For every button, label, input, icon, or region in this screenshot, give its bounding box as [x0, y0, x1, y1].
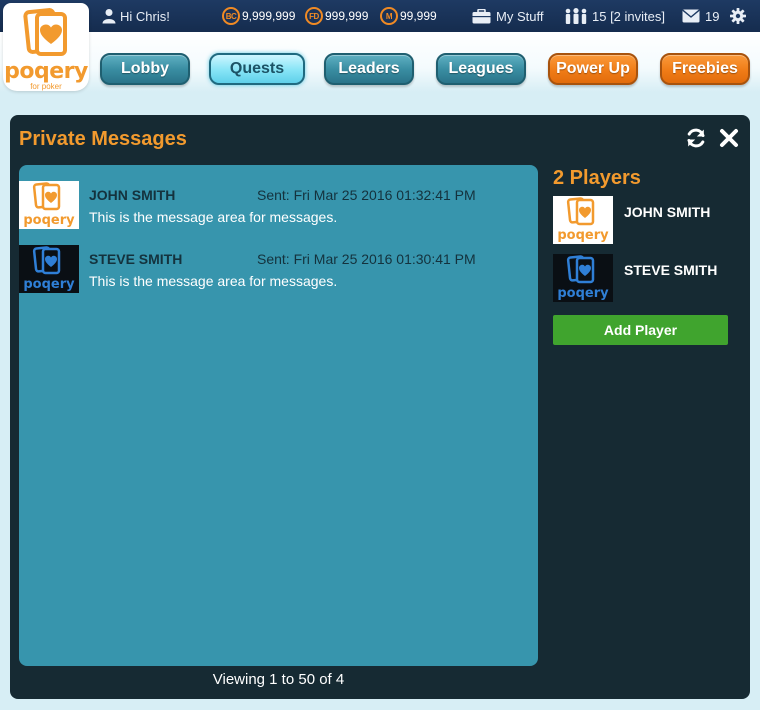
svg-text:poqery: poqery — [557, 228, 609, 243]
poqery-avatar-icon: poqery — [557, 197, 609, 243]
nav-quests-button[interactable]: Quests — [209, 53, 305, 85]
sender-name: STEVE SMITH — [89, 251, 183, 267]
cards-heart-logo-icon — [23, 8, 67, 56]
m-coin-icon: M — [380, 7, 398, 25]
avatar: poqery — [19, 245, 79, 293]
avatar: poqery — [553, 254, 613, 302]
poqery-logo[interactable]: poqery for poker — [3, 3, 89, 91]
fd-value: 999,999 — [325, 9, 369, 23]
nav-leaders-button[interactable]: Leaders — [324, 53, 414, 85]
message-item[interactable]: poqery JOHN SMITH Sent: Fri Mar 25 2016 … — [19, 181, 538, 229]
message-item[interactable]: poqery STEVE SMITH Sent: Fri Mar 25 2016… — [19, 245, 538, 293]
player-name: STEVE SMITH — [624, 262, 718, 278]
nav-freebies-button[interactable]: Freebies — [660, 53, 750, 85]
refresh-icon — [687, 128, 705, 148]
envelope-icon — [682, 9, 700, 23]
player-item[interactable]: poqery STEVE SMITH — [553, 254, 733, 302]
poqery-avatar-dark-icon: poqery — [23, 246, 75, 292]
mail-link[interactable]: 19 — [682, 0, 719, 32]
currency-m: M 99,999 — [380, 0, 437, 32]
avatar: poqery — [553, 196, 613, 244]
logo-word: poqery — [4, 59, 88, 84]
close-icon — [720, 129, 738, 147]
poqery-avatar-icon: poqery — [23, 182, 75, 228]
logo-tagline: for poker — [30, 82, 62, 91]
briefcase-icon — [472, 8, 491, 23]
bc-value: 9,999,999 — [242, 9, 296, 23]
my-stuff-label: My Stuff — [496, 8, 544, 24]
sender-name: JOHN SMITH — [89, 187, 176, 203]
user-icon — [102, 9, 116, 24]
add-player-button[interactable]: Add Player — [553, 315, 728, 345]
nav-leagues-button[interactable]: Leagues — [436, 53, 526, 85]
nav-power-up-button[interactable]: Power Up — [548, 53, 638, 85]
panel-title: Private Messages — [19, 128, 187, 150]
message-text: This is the message area for messages. — [89, 273, 338, 289]
player-item[interactable]: poqery JOHN SMITH — [553, 196, 733, 244]
refresh-button[interactable] — [685, 127, 707, 149]
currency-bc: BC 9,999,999 — [222, 0, 295, 32]
pagination-status: Viewing 1 to 50 of 4 — [212, 671, 345, 688]
my-stuff-link[interactable]: My Stuff — [472, 0, 543, 32]
avatar: poqery — [19, 181, 79, 229]
mail-count: 19 — [705, 8, 720, 24]
players-count-title: 2 Players — [553, 167, 641, 189]
player-name: JOHN SMITH — [624, 204, 711, 220]
message-text: This is the message area for messages. — [89, 209, 338, 225]
message-list[interactable]: poqery JOHN SMITH Sent: Fri Mar 25 2016 … — [19, 165, 538, 666]
currency-fd: FD 999,999 — [305, 0, 368, 32]
greeting[interactable]: Hi Chris! — [102, 0, 170, 32]
bc-coin-icon: BC — [222, 7, 240, 25]
fd-coin-icon: FD — [305, 7, 323, 25]
top-status-bar: Hi Chris! BC 9,999,999 FD 999,999 M 99,9… — [0, 0, 760, 32]
friends-label: 15 [2 invites] — [592, 8, 665, 24]
svg-text:poqery: poqery — [23, 277, 75, 292]
greeting-text: Hi Chris! — [120, 8, 170, 24]
m-value: 99,999 — [400, 9, 437, 23]
poqery-avatar-dark-icon: poqery — [557, 255, 609, 301]
private-messages-panel: Private Messages poqery JOHN SMITH Sent:… — [10, 115, 750, 699]
friends-link[interactable]: 15 [2 invites] — [564, 0, 665, 32]
group-icon — [565, 8, 587, 24]
sent-timestamp: Sent: Fri Mar 25 2016 01:32:41 PM — [257, 187, 476, 203]
nav-lobby-button[interactable]: Lobby — [100, 53, 190, 85]
svg-text:poqery: poqery — [23, 213, 75, 228]
gear-icon — [730, 8, 746, 24]
close-button[interactable] — [718, 127, 740, 149]
sent-timestamp: Sent: Fri Mar 25 2016 01:30:41 PM — [257, 251, 476, 267]
svg-text:poqery: poqery — [557, 286, 609, 301]
settings-button[interactable] — [730, 0, 746, 32]
